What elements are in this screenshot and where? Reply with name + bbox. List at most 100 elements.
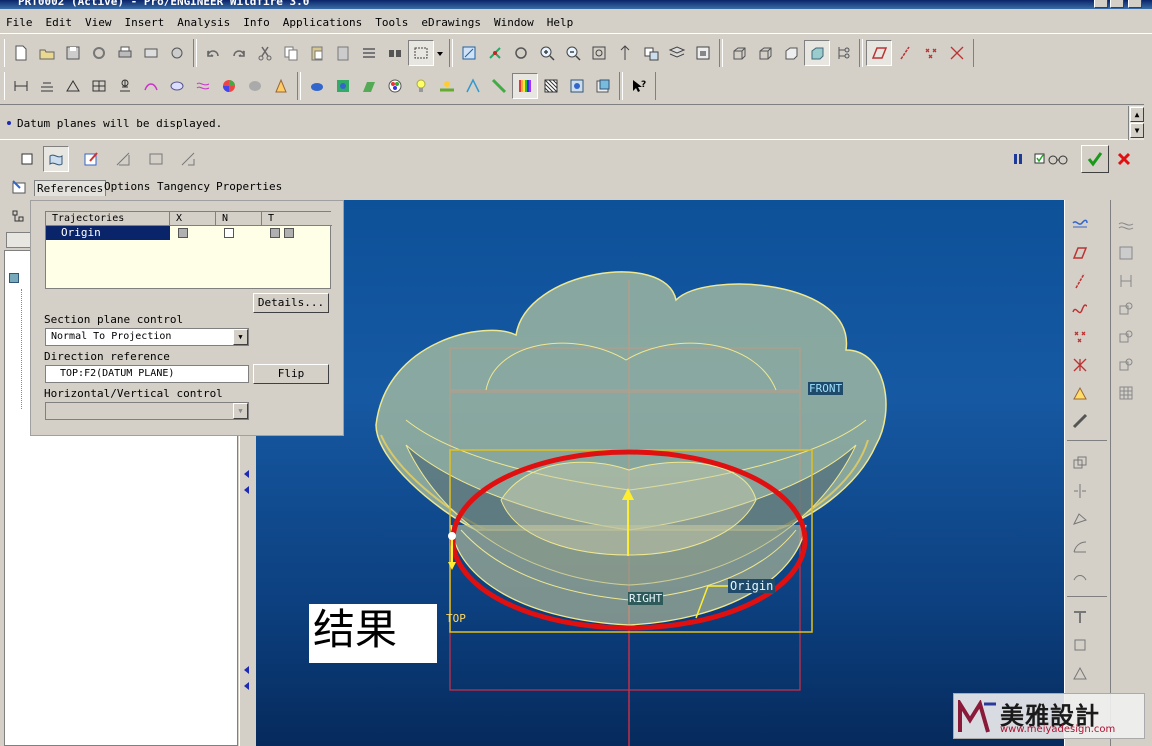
- cut-icon[interactable]: [252, 40, 278, 66]
- scene-icon[interactable]: [330, 73, 356, 99]
- origin-label[interactable]: Origin: [728, 579, 776, 593]
- room-editor-icon[interactable]: [356, 73, 382, 99]
- menu-edrawings[interactable]: eDrawings: [421, 16, 481, 29]
- direction-ref-collector[interactable]: TOP:F2(DATUM PLANE): [45, 365, 249, 383]
- style-icon[interactable]: [1113, 352, 1139, 378]
- solid-icon[interactable]: [14, 146, 40, 172]
- layers-icon[interactable]: [664, 40, 690, 66]
- mass-properties-icon[interactable]: [112, 73, 138, 99]
- n-checkbox[interactable]: [224, 228, 234, 238]
- perspective-icon[interactable]: [460, 73, 486, 99]
- render-window-icon[interactable]: [564, 73, 590, 99]
- accept-button[interactable]: [1081, 145, 1109, 173]
- saved-views-icon[interactable]: [638, 40, 664, 66]
- menu-analysis[interactable]: Analysis: [177, 16, 230, 29]
- selection-box-icon[interactable]: [408, 40, 434, 66]
- paste-special-icon[interactable]: [330, 40, 356, 66]
- render-region-icon[interactable]: [486, 73, 512, 99]
- menu-help[interactable]: Help: [547, 16, 574, 29]
- datum-label-front[interactable]: FRONT: [808, 382, 844, 395]
- thicken-icon[interactable]: [143, 146, 169, 172]
- axis-icon[interactable]: [1067, 268, 1093, 294]
- collapse-arrow-icon[interactable]: [244, 486, 249, 494]
- preview-icon[interactable]: [1031, 146, 1075, 172]
- graphics-window[interactable]: FRONT RIGHT TOP Origin: [256, 200, 1064, 746]
- plane-icon[interactable]: [1067, 240, 1093, 266]
- close-window-button[interactable]: [1128, 0, 1142, 8]
- datum-label-right[interactable]: RIGHT: [628, 592, 664, 605]
- zoom-in-icon[interactable]: [534, 40, 560, 66]
- details-button[interactable]: Details...: [253, 293, 329, 313]
- sweep-icon[interactable]: [1113, 212, 1139, 238]
- refit-icon[interactable]: [586, 40, 612, 66]
- redo-icon[interactable]: [226, 40, 252, 66]
- collapse-arrow-icon[interactable]: [244, 470, 249, 478]
- datum-planes-toggle-icon[interactable]: [866, 40, 892, 66]
- trajectory-name[interactable]: Origin: [46, 226, 170, 240]
- zoom-out-icon[interactable]: [560, 40, 586, 66]
- appearance-icon[interactable]: [304, 73, 330, 99]
- solidify-icon[interactable]: [1067, 660, 1093, 686]
- view-manager-icon[interactable]: [690, 40, 716, 66]
- datum-label-top[interactable]: TOP: [446, 612, 466, 625]
- variable-sweep-icon[interactable]: [1113, 324, 1139, 350]
- scroll-down-icon[interactable]: ▼: [1130, 123, 1144, 138]
- paste-icon[interactable]: [304, 40, 330, 66]
- offset-analysis-icon[interactable]: [190, 73, 216, 99]
- tab-properties[interactable]: Properties: [216, 180, 282, 193]
- maximize-button[interactable]: [1110, 0, 1124, 8]
- color-editor-icon[interactable]: [382, 73, 408, 99]
- fill-icon[interactable]: [1113, 240, 1139, 266]
- sketch-tool-icon[interactable]: [1067, 408, 1093, 434]
- measure-length-icon[interactable]: [34, 73, 60, 99]
- pause-icon[interactable]: [1005, 146, 1031, 172]
- reorient-icon[interactable]: [612, 40, 638, 66]
- mirror-icon[interactable]: [1067, 478, 1093, 504]
- environment-icon[interactable]: [434, 73, 460, 99]
- extend-icon[interactable]: [1067, 562, 1093, 588]
- blend-icon[interactable]: [1113, 268, 1139, 294]
- shading-icon[interactable]: [804, 40, 830, 66]
- tab-options[interactable]: Options: [104, 180, 150, 193]
- menu-window[interactable]: Window: [494, 16, 534, 29]
- trajectories-table[interactable]: Trajectories X N T Origin: [45, 211, 332, 289]
- hide-dashboard-icon[interactable]: [6, 174, 32, 200]
- collapse-arrow-icon[interactable]: [244, 666, 249, 674]
- wireframe-icon[interactable]: [726, 40, 752, 66]
- send-link-icon[interactable]: [164, 40, 190, 66]
- draft-analysis-icon[interactable]: [242, 73, 268, 99]
- regenerate-icon[interactable]: [86, 40, 112, 66]
- section-plane-select[interactable]: Normal To Projection ▼: [45, 328, 249, 346]
- find-icon[interactable]: [382, 40, 408, 66]
- hidden-line-icon[interactable]: [752, 40, 778, 66]
- selection-dropdown-icon[interactable]: [434, 40, 446, 66]
- flip-button[interactable]: Flip: [253, 364, 329, 384]
- sketch-icon[interactable]: [78, 146, 104, 172]
- section-analysis-icon[interactable]: [164, 73, 190, 99]
- model-tree-icon[interactable]: [6, 204, 32, 230]
- minimize-button[interactable]: [1094, 0, 1108, 8]
- shaded-curvature-icon[interactable]: [216, 73, 242, 99]
- cancel-button[interactable]: [1111, 146, 1137, 172]
- no-hidden-icon[interactable]: [778, 40, 804, 66]
- menu-insert[interactable]: Insert: [125, 16, 165, 29]
- csys-icon[interactable]: [1067, 352, 1093, 378]
- collapse-arrow-icon[interactable]: [244, 682, 249, 690]
- merge-icon[interactable]: [1067, 506, 1093, 532]
- datum-plane-tool-icon[interactable]: [1067, 210, 1093, 236]
- analysis-feature-icon[interactable]: [1067, 380, 1093, 406]
- tab-tangency[interactable]: Tangency: [157, 180, 210, 193]
- menu-tools[interactable]: Tools: [375, 16, 408, 29]
- regenerate-manager-icon[interactable]: [356, 40, 382, 66]
- point-icon[interactable]: [1067, 324, 1093, 350]
- save-icon[interactable]: [60, 40, 86, 66]
- offset-icon[interactable]: [1067, 604, 1093, 630]
- pivot-direction-icon[interactable]: [175, 146, 201, 172]
- boundary-icon[interactable]: [1113, 296, 1139, 322]
- x-checkbox[interactable]: [178, 228, 188, 238]
- color-bars-icon[interactable]: [512, 73, 538, 99]
- remove-material-icon[interactable]: [110, 146, 136, 172]
- chevron-down-icon[interactable]: ▼: [233, 329, 248, 345]
- menu-file[interactable]: File: [6, 16, 33, 29]
- chevron-down-icon[interactable]: ▼: [233, 403, 248, 419]
